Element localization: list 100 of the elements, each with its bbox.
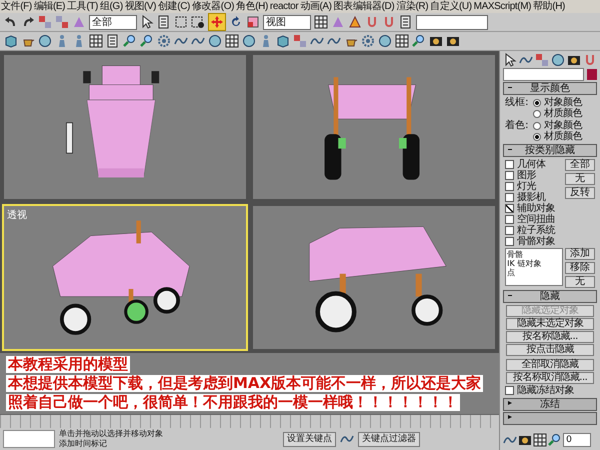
menu-item[interactable]: 编辑(E) <box>34 0 66 12</box>
checkbox-label[interactable]: 骨骼对象 <box>517 236 556 247</box>
checkbox-label[interactable]: 图形 <box>517 170 536 181</box>
panel-button[interactable]: 按名称取消隐藏... <box>506 372 594 384</box>
panel-button[interactable]: 移除 <box>565 262 595 274</box>
panel-button[interactable]: 隐藏未选定对象 <box>506 318 594 330</box>
grid-icon[interactable] <box>225 34 239 48</box>
box-icon[interactable] <box>4 34 18 48</box>
magnifier-icon[interactable] <box>548 433 562 447</box>
magnifier-icon[interactable] <box>412 34 426 48</box>
panel-button[interactable]: 按名称隐藏... <box>506 331 594 343</box>
cursor-icon[interactable] <box>503 53 518 67</box>
checkbox-label[interactable]: 灯光 <box>517 181 536 192</box>
sphere-icon[interactable] <box>242 34 256 48</box>
named-selection-field[interactable] <box>416 14 488 30</box>
sphere-icon[interactable] <box>38 34 52 48</box>
panel-button[interactable]: 全部 <box>565 159 595 171</box>
select-list-icon[interactable] <box>106 34 120 48</box>
list-item[interactable]: 骨骼 <box>507 250 561 259</box>
panel-button[interactable]: 按点击隐藏 <box>506 344 594 356</box>
cursor-icon[interactable] <box>140 15 154 29</box>
menu-item[interactable]: 文件(F) <box>1 0 32 12</box>
selection-filter-dropdown[interactable]: 全部 <box>89 14 137 30</box>
option-label[interactable]: 材质颜色 <box>544 131 582 142</box>
object-color-swatch[interactable] <box>587 69 597 80</box>
menu-item[interactable]: 动画(A) <box>300 0 332 12</box>
viewport[interactable]: 透视 <box>2 204 248 351</box>
checkbox[interactable] <box>505 193 514 202</box>
checkbox[interactable] <box>505 171 514 180</box>
reference-coordinate-dropdown[interactable]: 视图 <box>263 14 311 30</box>
rollout-header[interactable]: 显示颜色 <box>503 82 597 95</box>
timeline-ruler[interactable] <box>0 414 500 428</box>
menu-item[interactable]: 帮助(H) <box>533 0 565 12</box>
option-label[interactable]: 对象颜色 <box>544 97 582 108</box>
menu-item[interactable]: reactor <box>270 0 298 12</box>
window-select-icon[interactable] <box>191 15 205 29</box>
sphere-icon[interactable] <box>208 34 222 48</box>
checkbox[interactable] <box>505 386 514 395</box>
list-item[interactable]: IK 链对象 <box>507 259 561 268</box>
grid-icon[interactable] <box>89 34 103 48</box>
list-item[interactable]: 点 <box>507 268 561 277</box>
grid-icon[interactable] <box>314 15 328 29</box>
viewport[interactable] <box>251 53 498 200</box>
magnifier-icon[interactable] <box>123 34 137 48</box>
panel-button[interactable]: 全部取消隐藏 <box>506 359 594 371</box>
key-filters-button[interactable]: 关键点过滤器 <box>358 432 420 446</box>
redo-arrow-icon[interactable] <box>21 15 35 29</box>
checkbox-label[interactable]: 辅助对象 <box>517 203 556 214</box>
render-icon[interactable] <box>518 433 532 447</box>
radio-button[interactable] <box>533 110 542 118</box>
scale-icon[interactable] <box>246 15 260 29</box>
menu-item[interactable]: 创建(C) <box>158 0 190 12</box>
render-icon[interactable] <box>429 34 443 48</box>
sphere-icon[interactable] <box>378 34 392 48</box>
viewport[interactable] <box>251 204 498 351</box>
panel-button[interactable]: 添加 <box>565 248 595 260</box>
menu-item[interactable]: 角色(H) <box>236 0 268 12</box>
checkbox-label[interactable]: 空间扭曲 <box>517 214 556 225</box>
script-listener-field[interactable] <box>3 430 55 448</box>
object-name-field[interactable] <box>503 68 584 81</box>
sphere-icon[interactable] <box>551 53 566 67</box>
frame-field[interactable]: 0 <box>563 433 592 447</box>
panel-button[interactable]: 反转 <box>565 187 595 199</box>
gear-icon[interactable] <box>361 34 375 48</box>
menu-item[interactable]: 自定义(U) <box>430 0 472 12</box>
menu-item[interactable]: 图表编辑器(D) <box>334 0 394 12</box>
viewport-label[interactable]: 透视 <box>7 208 27 222</box>
checkbox-label[interactable]: 粒子系统 <box>517 225 556 236</box>
undo-arrow-icon[interactable] <box>4 15 18 29</box>
rollout-header[interactable]: 按类别隐藏 <box>503 144 597 157</box>
menu-item[interactable]: 组(G) <box>100 0 123 12</box>
checkbox[interactable] <box>505 204 514 213</box>
grid-icon[interactable] <box>395 34 409 48</box>
radio-button[interactable] <box>533 132 542 140</box>
checkbox[interactable] <box>505 160 514 169</box>
checkbox[interactable] <box>505 215 514 224</box>
render-icon[interactable] <box>446 34 460 48</box>
option-label[interactable]: 对象颜色 <box>544 120 582 131</box>
select-list-icon[interactable] <box>157 15 171 29</box>
checkbox-label[interactable]: 隐藏冻结对象 <box>517 385 574 396</box>
radio-button[interactable] <box>533 122 542 130</box>
menu-item[interactable]: 工具(T) <box>67 0 98 12</box>
rollout-header[interactable]: 冻结 <box>503 398 597 411</box>
rollout-header[interactable] <box>503 412 597 425</box>
render-icon[interactable] <box>566 53 581 67</box>
box-icon[interactable] <box>276 34 290 48</box>
menu-item[interactable]: 视图(V) <box>124 0 156 12</box>
gear-icon[interactable] <box>157 34 171 48</box>
panel-button[interactable]: 无 <box>565 276 595 288</box>
grid-icon[interactable] <box>533 433 548 447</box>
set-key-button[interactable]: 设置关键点 <box>283 432 336 446</box>
rollout-header[interactable]: 隐藏 <box>503 290 597 303</box>
rotate-icon[interactable] <box>229 15 243 29</box>
checkbox[interactable] <box>505 237 514 246</box>
checkbox-label[interactable]: 摄影机 <box>517 192 546 203</box>
radio-button[interactable] <box>533 98 542 106</box>
menu-item[interactable]: 修改器(O) <box>192 0 234 12</box>
panel-button[interactable]: 无 <box>565 173 595 185</box>
select-list-icon[interactable] <box>399 15 413 29</box>
magnet-icon[interactable] <box>365 15 379 29</box>
